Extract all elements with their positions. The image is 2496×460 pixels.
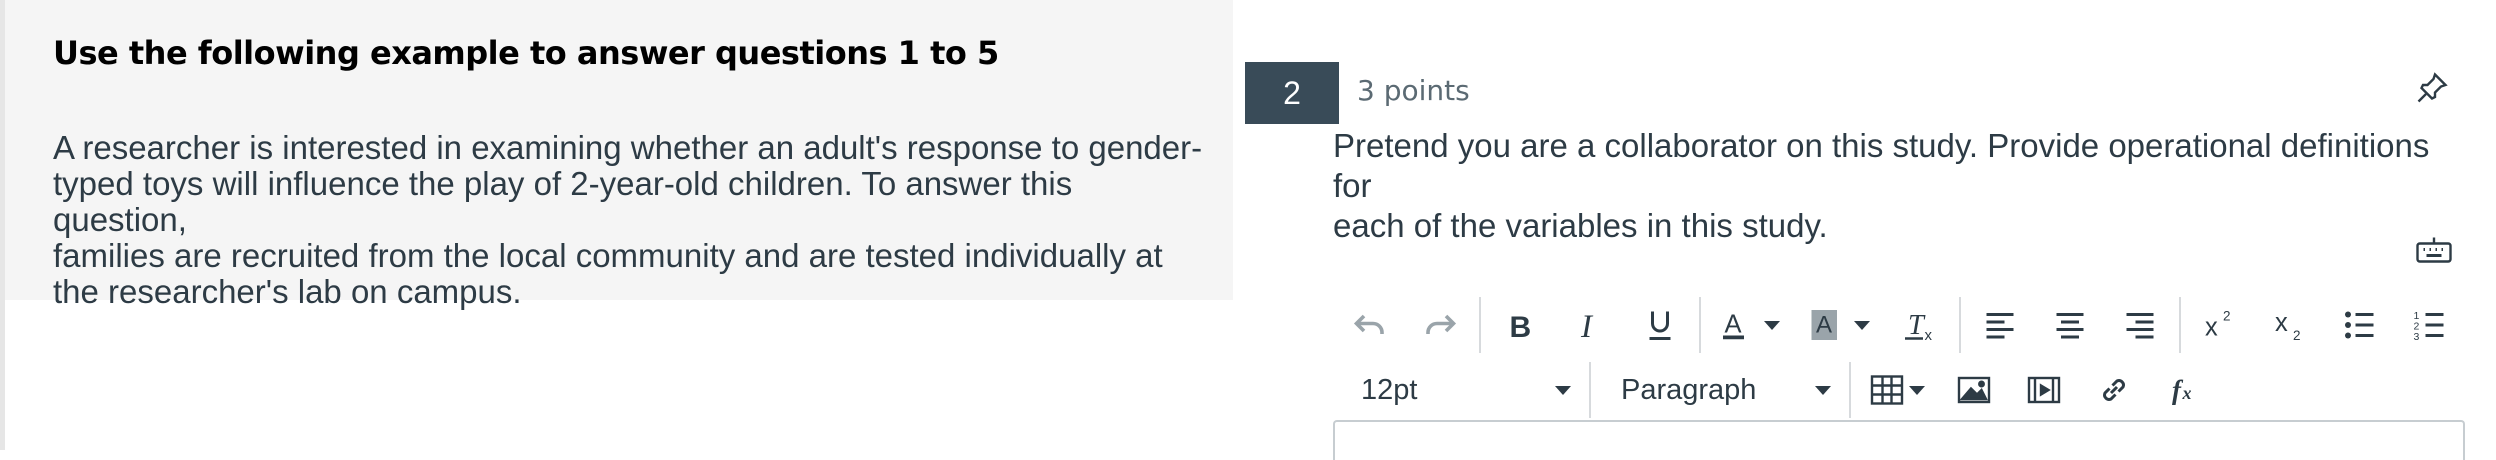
passage-text: A researcher is interested in examining … xyxy=(53,130,1203,310)
font-size-value: 12pt xyxy=(1361,373,1418,406)
undo-icon xyxy=(1353,314,1384,334)
clear-formatting-button[interactable]: Tx xyxy=(1885,295,1955,355)
background-color-button[interactable]: A xyxy=(1795,295,1885,355)
numbered-list-button[interactable]: 123 xyxy=(2395,295,2465,355)
question-points: 3 points xyxy=(1357,74,1470,107)
media-icon xyxy=(2027,376,2061,404)
toolbar-divider xyxy=(2179,297,2181,353)
image-button[interactable] xyxy=(1939,360,2009,420)
passage-heading: Use the following example to answer ques… xyxy=(53,34,999,72)
math-equation-button[interactable]: fx xyxy=(2149,360,2219,420)
prompt-line: Pretend you are a collaborator on this s… xyxy=(1333,127,2430,204)
svg-text:x: x xyxy=(2182,383,2192,403)
editor-toolbar-row2: 12pt Paragraph fx xyxy=(1335,360,2219,420)
chevron-down-icon xyxy=(1815,385,1831,395)
svg-text:x: x xyxy=(2205,314,2218,342)
svg-text:A: A xyxy=(1725,311,1742,339)
svg-text:2: 2 xyxy=(2293,328,2301,343)
redo-icon xyxy=(1426,314,1457,334)
svg-text:3: 3 xyxy=(2414,331,2420,343)
underline-icon xyxy=(1649,311,1671,340)
toolbar-divider xyxy=(1959,297,1961,353)
italic-icon: I xyxy=(1580,309,1594,343)
clear-formatting-icon: Tx xyxy=(1905,310,1933,343)
toolbar-divider xyxy=(1849,362,1851,418)
svg-text:2: 2 xyxy=(2223,309,2231,324)
table-button[interactable] xyxy=(1855,360,1939,420)
math-equation-icon: fx xyxy=(2172,375,2192,405)
svg-text:x: x xyxy=(2275,309,2288,337)
editor-toolbar: B I A A Tx x2 x2 123 xyxy=(1335,295,2465,355)
block-format-select[interactable]: Paragraph xyxy=(1595,361,1845,419)
chevron-down-icon xyxy=(1555,385,1571,395)
bold-button[interactable]: B xyxy=(1485,295,1555,355)
toolbar-divider xyxy=(1699,297,1701,353)
align-right-icon xyxy=(2126,313,2154,339)
bold-icon: B xyxy=(1510,311,1532,343)
keyboard-shortcuts-icon[interactable] xyxy=(2416,236,2452,266)
passage-panel: Use the following example to answer ques… xyxy=(5,0,1233,310)
toolbar-divider xyxy=(1589,362,1591,418)
passage-line: typed toys will influence the play of 2-… xyxy=(53,165,1073,238)
text-color-icon: A xyxy=(1723,311,1744,340)
block-format-value: Paragraph xyxy=(1621,373,1757,406)
background-color-icon: A xyxy=(1811,310,1837,340)
superscript-button[interactable]: x2 xyxy=(2185,295,2255,355)
link-button[interactable] xyxy=(2079,360,2149,420)
link-icon xyxy=(2103,379,2125,401)
align-center-button[interactable] xyxy=(2035,295,2105,355)
align-center-icon xyxy=(2056,313,2084,339)
text-color-button[interactable]: A xyxy=(1705,295,1795,355)
underline-button[interactable] xyxy=(1625,295,1695,355)
table-icon xyxy=(1870,375,1904,405)
undo-button[interactable] xyxy=(1335,295,1405,355)
chevron-down-icon xyxy=(1854,320,1870,330)
align-left-icon xyxy=(1986,313,2014,339)
font-size-select[interactable]: 12pt xyxy=(1335,361,1585,419)
subscript-button[interactable]: x2 xyxy=(2255,295,2325,355)
numbered-list-icon: 123 xyxy=(2414,310,2444,343)
svg-text:A: A xyxy=(1816,312,1832,339)
svg-text:B: B xyxy=(1510,311,1532,343)
superscript-icon: x2 xyxy=(2205,309,2231,342)
svg-text:T: T xyxy=(1908,310,1926,341)
bullet-list-button[interactable] xyxy=(2325,295,2395,355)
pin-icon[interactable] xyxy=(2414,70,2450,106)
align-right-button[interactable] xyxy=(2105,295,2175,355)
svg-text:x: x xyxy=(1925,327,1933,343)
bullet-list-icon xyxy=(2345,311,2374,339)
question-number-badge: 2 xyxy=(1245,62,1339,124)
chevron-down-icon xyxy=(1909,385,1925,395)
align-left-button[interactable] xyxy=(1965,295,2035,355)
passage-line: the researcher's lab on campus. xyxy=(53,273,522,310)
redo-button[interactable] xyxy=(1405,295,1475,355)
passage-line: A researcher is interested in examining … xyxy=(53,129,1203,166)
chevron-down-icon xyxy=(1764,320,1780,330)
image-icon xyxy=(1957,376,1991,404)
rich-text-editor-area[interactable] xyxy=(1333,420,2465,460)
question-prompt: Pretend you are a collaborator on this s… xyxy=(1333,126,2463,246)
subscript-icon: x2 xyxy=(2275,309,2301,343)
svg-text:I: I xyxy=(1580,309,1594,343)
media-button[interactable] xyxy=(2009,360,2079,420)
prompt-line: each of the variables in this study. xyxy=(1333,207,1828,244)
italic-button[interactable]: I xyxy=(1555,295,1625,355)
passage-line: families are recruited from the local co… xyxy=(53,237,1163,274)
toolbar-divider xyxy=(1479,297,1481,353)
